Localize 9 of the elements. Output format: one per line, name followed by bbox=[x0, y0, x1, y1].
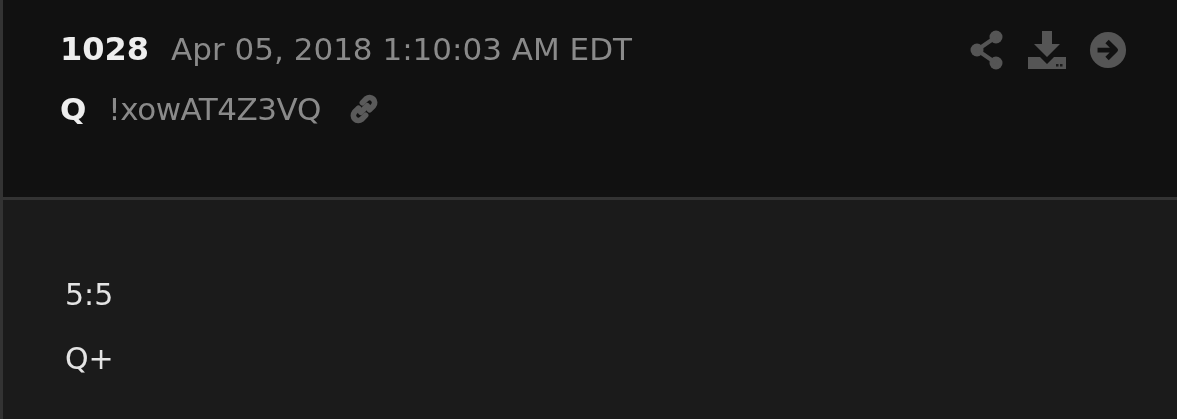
download-icon[interactable] bbox=[1027, 30, 1067, 70]
post-text: 5:5 bbox=[65, 276, 115, 314]
author-name: Q bbox=[60, 90, 87, 129]
timestamp: Apr 05, 2018 1:10:03 AM EDT bbox=[171, 30, 632, 69]
share-icon[interactable] bbox=[969, 30, 1005, 70]
arrow-right-icon[interactable] bbox=[1089, 31, 1127, 69]
tripcode: !xowAT4Z3VQ bbox=[108, 90, 322, 129]
post-text: Q+ bbox=[65, 340, 115, 378]
post-number: 1028 bbox=[60, 29, 150, 70]
